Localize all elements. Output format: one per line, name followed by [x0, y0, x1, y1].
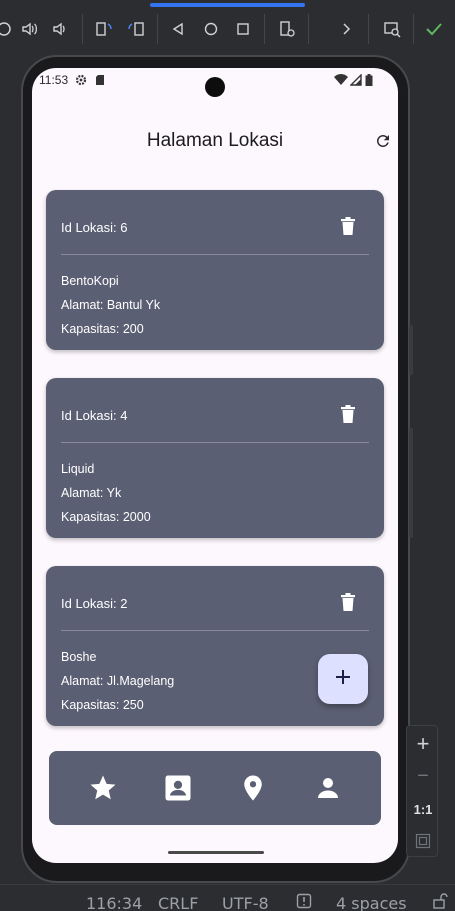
ide-status-bar: 116:34 CRLF UTF-8 4 spaces	[0, 884, 455, 911]
location-capacity: Kapasitas: 200	[61, 322, 144, 336]
fit-screen-button[interactable]	[407, 825, 439, 857]
phone-volume-button[interactable]	[409, 325, 413, 375]
battery-icon	[365, 73, 373, 91]
location-address: Alamat: Jl.Magelang	[61, 674, 175, 688]
settings-gear-icon	[75, 73, 87, 91]
zoom-ratio-button[interactable]: 1:1	[407, 793, 439, 825]
toolbar-separator	[413, 14, 414, 44]
nav-location[interactable]	[236, 771, 270, 805]
refresh-button[interactable]	[372, 130, 394, 152]
delete-button[interactable]	[337, 214, 359, 238]
back-icon[interactable]	[168, 19, 188, 39]
phone-screen: 11:53 Halaman Lokasi Id Lokasi: 6 BentoK…	[32, 68, 398, 863]
location-address: Alamat: Yk	[61, 486, 122, 500]
contact-card-icon	[165, 775, 191, 801]
toolbar-separator	[157, 14, 158, 44]
signal-icon	[349, 73, 362, 91]
card-divider	[61, 442, 369, 443]
trash-icon	[341, 593, 355, 611]
fit-screen-icon	[415, 833, 431, 849]
status-time: 11:53	[39, 73, 69, 87]
zoom-in-button[interactable]: +	[407, 728, 439, 760]
location-id: Id Lokasi: 2	[61, 596, 128, 611]
toolbar-separator	[368, 14, 369, 44]
line-ending[interactable]: CRLF	[158, 894, 198, 911]
indent-setting[interactable]: 4 spaces	[336, 894, 407, 911]
location-card: Id Lokasi: 6 BentoKopi Alamat: Bantul Yk…	[46, 190, 384, 350]
camera-cutout	[205, 77, 225, 97]
card-divider	[61, 254, 369, 255]
page-title: Halaman Lokasi	[146, 130, 284, 151]
nav-profile[interactable]	[311, 771, 345, 805]
location-name: Boshe	[61, 650, 97, 664]
star-icon	[90, 775, 116, 800]
status-bar: 11:53	[32, 68, 398, 97]
plus-icon	[336, 669, 350, 689]
nav-favorites[interactable]	[86, 771, 120, 805]
check-icon[interactable]	[424, 19, 444, 39]
location-address: Alamat: Bantul Yk	[61, 298, 161, 312]
home-icon[interactable]	[201, 19, 221, 39]
location-capacity: Kapasitas: 2000	[61, 510, 151, 524]
screenshot-icon[interactable]	[382, 19, 402, 39]
inspection-icon[interactable]	[296, 893, 312, 911]
delete-button[interactable]	[337, 590, 359, 614]
rotate-left-icon[interactable]	[94, 19, 114, 39]
person-icon	[318, 778, 338, 798]
toolbar-separator	[308, 14, 309, 44]
emulator-toolbar	[0, 0, 455, 58]
add-location-button[interactable]	[318, 654, 368, 704]
phone-power-button[interactable]	[409, 428, 413, 538]
cursor-position[interactable]: 116:34	[86, 894, 142, 911]
toolbar-accent-bar	[150, 3, 305, 7]
location-card: Id Lokasi: 4 Liquid Alamat: Yk Kapasitas…	[46, 378, 384, 538]
refresh-icon	[376, 134, 389, 147]
location-capacity: Kapasitas: 250	[61, 698, 144, 712]
location-id: Id Lokasi: 4	[61, 408, 128, 423]
power-icon[interactable]	[0, 19, 14, 39]
nav-contacts[interactable]	[161, 771, 195, 805]
trash-icon	[341, 405, 355, 423]
volume-up-icon[interactable]	[20, 19, 40, 39]
card-divider	[61, 630, 369, 631]
location-pin-icon	[244, 775, 262, 801]
chevron-right-icon[interactable]	[336, 19, 356, 39]
volume-down-icon[interactable]	[51, 19, 71, 39]
location-id: Id Lokasi: 6	[61, 220, 128, 235]
wifi-icon	[334, 73, 348, 91]
delete-button[interactable]	[337, 402, 359, 426]
sd-card-icon	[95, 73, 105, 91]
bottom-navigation	[49, 751, 381, 825]
toolbar-separator	[264, 14, 265, 44]
rotate-right-icon[interactable]	[126, 19, 146, 39]
overview-icon[interactable]	[233, 19, 253, 39]
lock-icon[interactable]	[432, 893, 448, 911]
trash-icon	[341, 217, 355, 235]
zoom-controls: + − 1:1	[406, 725, 438, 857]
gesture-handle[interactable]	[168, 851, 264, 854]
device-settings-icon[interactable]	[277, 19, 297, 39]
location-name: Liquid	[61, 462, 95, 476]
file-encoding[interactable]: UTF-8	[222, 894, 269, 911]
location-name: BentoKopi	[61, 274, 119, 288]
toolbar-separator	[82, 14, 83, 44]
zoom-out-button[interactable]: −	[407, 760, 439, 792]
